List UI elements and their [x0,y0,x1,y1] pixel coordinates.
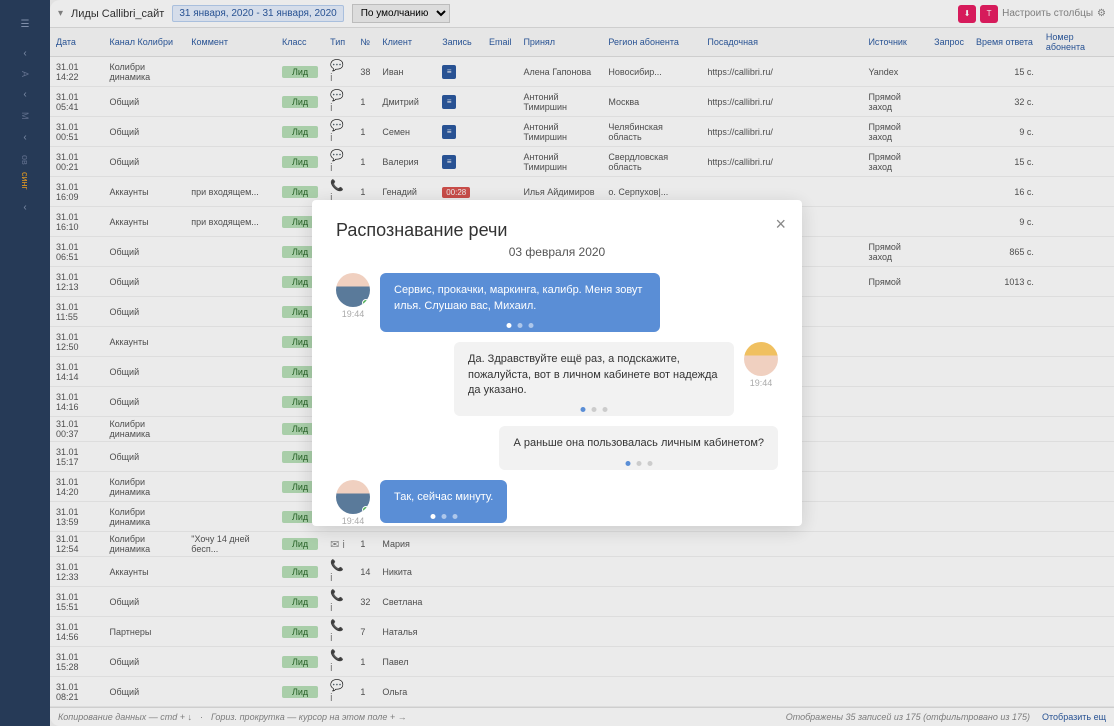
chat: 19:44 Сервис, прокачки, маркинга, калибр.… [336,273,778,525]
message-bubble: Сервис, прокачки, маркинга, калибр. Меня… [380,273,660,332]
message-time: 19:44 [750,378,773,388]
speech-modal: × Распознавание речи 03 февраля 2020 19:… [312,200,802,525]
modal-overlay[interactable]: × Распознавание речи 03 февраля 2020 19:… [0,0,1114,726]
avatar [744,342,778,376]
message-time: 19:44 [342,309,365,319]
message-bubble: Да. Здравствуйте ещё раз, а подскажите, … [454,342,734,416]
avatar [336,273,370,307]
modal-title: Распознавание речи [336,220,778,241]
message-time: 19:44 [342,516,365,526]
chat-message: А раньше она пользовалась личным кабинет… [336,426,778,469]
avatar [336,480,370,514]
modal-date: 03 февраля 2020 [336,245,778,259]
close-icon[interactable]: × [775,214,786,235]
chat-message: Да. Здравствуйте ещё раз, а подскажите, … [336,342,778,416]
chat-message: 19:44 Сервис, прокачки, маркинга, калибр.… [336,273,778,332]
chat-message: 19:44 Так, сейчас минуту. [336,480,778,526]
message-bubble: А раньше она пользовалась личным кабинет… [499,426,778,469]
message-bubble: Так, сейчас минуту. [380,480,507,523]
